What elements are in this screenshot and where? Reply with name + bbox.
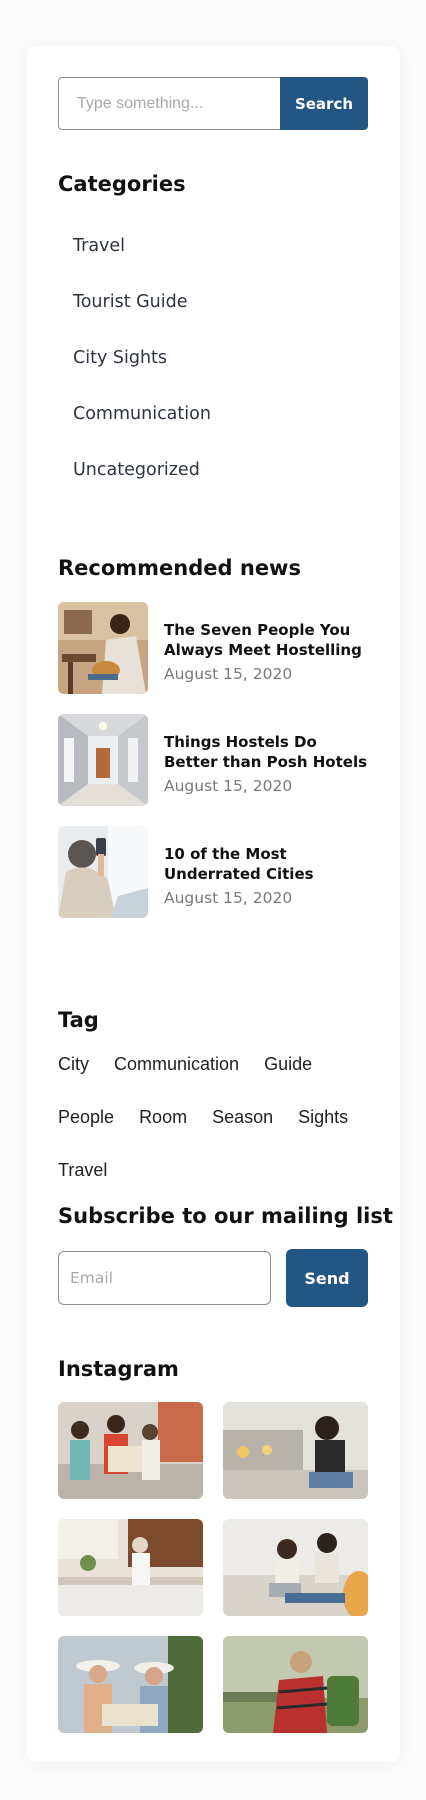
category-travel[interactable]: Travel [73,234,383,290]
hostel-guitar-photo[interactable] [58,602,148,694]
send-button[interactable]: Send [286,1249,368,1307]
categories-heading: Categories [58,172,186,196]
news-title[interactable]: Things Hostels Do Better than Posh Hotel… [164,732,368,772]
women-hats-map-photo[interactable] [58,1636,203,1733]
search-input[interactable] [58,77,280,130]
news-date: August 15, 2020 [164,777,293,795]
category-communication[interactable]: Communication [73,402,383,458]
instagram-grid [58,1402,368,1733]
hiker-backpack-photo[interactable] [223,1636,368,1733]
tag-room[interactable]: Room [139,1106,187,1128]
woman-city-photo[interactable] [223,1402,368,1499]
news-date: August 15, 2020 [164,889,293,907]
instagram-heading: Instagram [58,1357,179,1381]
category-city-sights[interactable]: City Sights [73,346,383,402]
friends-laptop-photo[interactable] [223,1519,368,1616]
category-tourist-guide[interactable]: Tourist Guide [73,290,383,346]
tag-people[interactable]: People [58,1106,114,1128]
news-title[interactable]: The Seven People You Always Meet Hostell… [164,620,368,660]
kitchen-photo[interactable] [58,1519,203,1616]
subscribe-heading: Subscribe to our mailing list [58,1204,393,1228]
woman-phone-photo[interactable] [58,826,148,918]
subscribe-form: Send [58,1249,368,1307]
news-title[interactable]: 10 of the Most Underrated Cities [164,844,368,884]
tag-season[interactable]: Season [212,1106,273,1128]
tag-cloud: City Communication Guide People Room Sea… [58,1053,368,1181]
tourists-map-photo[interactable] [58,1402,203,1499]
recommended-news-heading: Recommended news [58,556,301,580]
tag-guide[interactable]: Guide [264,1053,312,1075]
tag-sights[interactable]: Sights [298,1106,348,1128]
recommended-news-list: The Seven People You Always Meet Hostell… [58,602,368,938]
news-item[interactable]: The Seven People You Always Meet Hostell… [58,602,368,714]
tag-city[interactable]: City [58,1053,89,1075]
news-date: August 15, 2020 [164,665,293,683]
search-button[interactable]: Search [280,77,368,130]
tag-heading: Tag [58,1008,99,1032]
hostel-corridor-photo[interactable] [58,714,148,806]
tag-communication[interactable]: Communication [114,1053,239,1075]
sidebar-card: Search Categories Travel Tourist Guide C… [27,46,400,1762]
category-uncategorized[interactable]: Uncategorized [73,458,383,514]
news-item[interactable]: Things Hostels Do Better than Posh Hotel… [58,714,368,826]
news-item[interactable]: 10 of the Most Underrated Cities August … [58,826,368,938]
tag-travel[interactable]: Travel [58,1159,107,1181]
search-form: Search [58,77,368,130]
email-field[interactable] [58,1251,271,1305]
category-list: Travel Tourist Guide City Sights Communi… [73,234,383,514]
